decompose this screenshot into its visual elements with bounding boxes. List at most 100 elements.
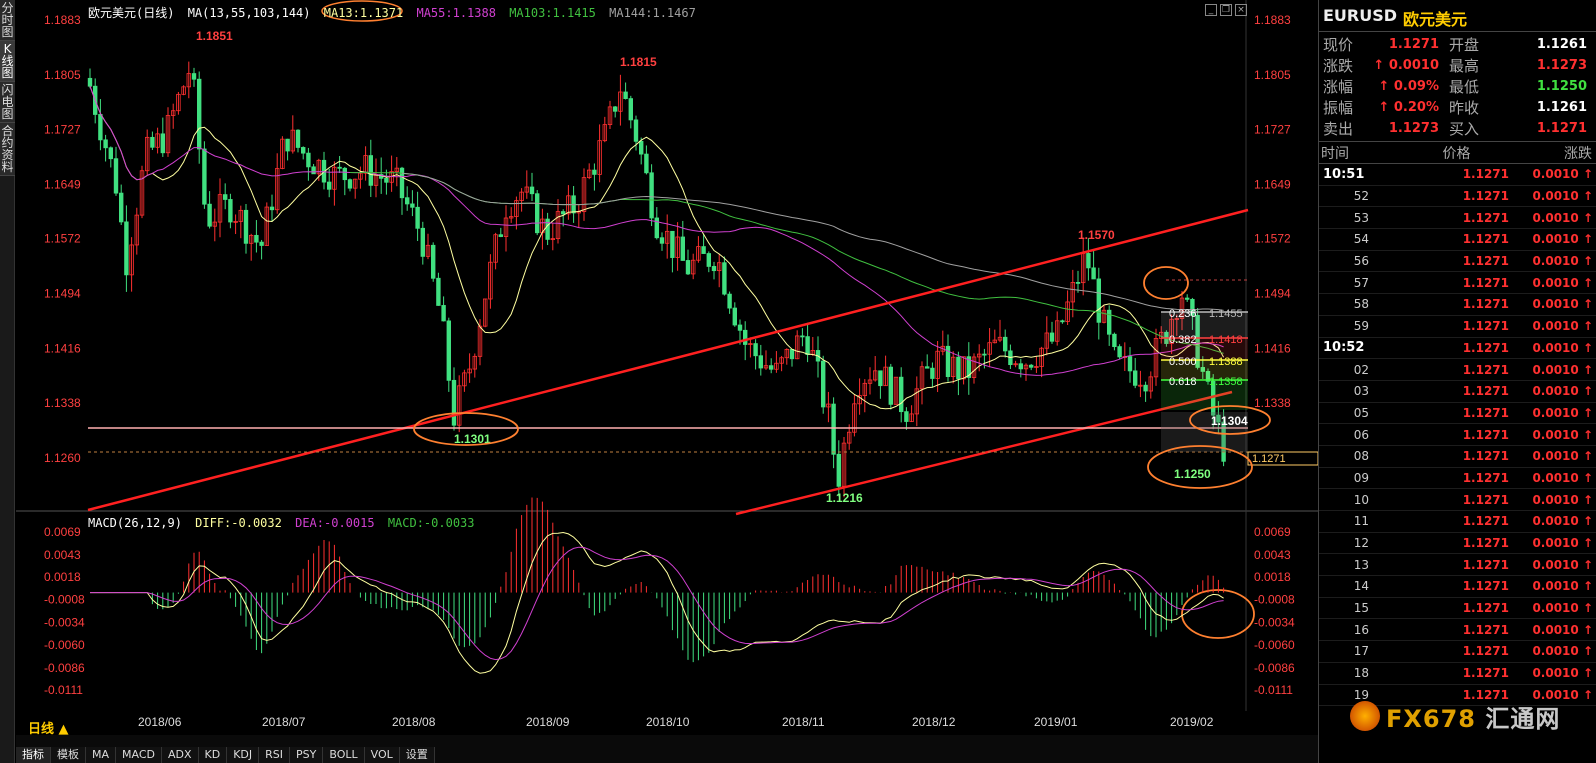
candle-body	[285, 138, 290, 152]
bottom-tab[interactable]: MA	[86, 747, 117, 763]
restore-icon[interactable]: ❐	[1220, 4, 1232, 16]
price-annotation: 1.1851	[196, 29, 233, 43]
tick-row[interactable]: 12 1.1271 0.0010 ↑	[1319, 533, 1596, 555]
tick-row[interactable]: 02 1.1271 0.0010 ↑	[1319, 359, 1596, 381]
tick-row[interactable]: 59 1.1271 0.0010 ↑	[1319, 316, 1596, 338]
macd-tick-right: -0.0111	[1254, 683, 1293, 697]
bottom-tab[interactable]: ADX	[162, 747, 199, 763]
quote-name: 欧元美元	[1403, 10, 1468, 29]
price-tick-right: 1.1883	[1254, 13, 1291, 27]
candle-body	[956, 356, 961, 380]
candle-body	[1112, 333, 1117, 348]
tick-row[interactable]: 11 1.1271 0.0010 ↑	[1319, 511, 1596, 533]
tick-row[interactable]: 54 1.1271 0.0010 ↑	[1319, 229, 1596, 251]
tick-row[interactable]: 10:52 1.1271 0.0010 ↑	[1319, 338, 1596, 360]
quote-label: 卖出	[1323, 120, 1354, 138]
candle-body	[722, 262, 727, 295]
tick-time: 16	[1353, 622, 1369, 637]
candle-body	[384, 177, 389, 183]
kline-chart[interactable]: 1.1883 1.1883 1.1805 1.1805 1.1727 1.1727 1.16…	[16, 0, 1318, 740]
candle-body	[925, 366, 930, 369]
fib-price: 1.1418	[1209, 334, 1243, 346]
tick-row[interactable]: 15 1.1271 0.0010 ↑	[1319, 598, 1596, 620]
tick-time: 08	[1353, 449, 1369, 464]
chart-panel[interactable]: 1.1883 1.1883 1.1805 1.1805 1.1727 1.1727 1.16…	[16, 0, 1318, 740]
tick-price: 1.1271	[1462, 232, 1509, 247]
tick-change: 0.0010 ↑	[1532, 405, 1593, 420]
quote-value: ↑ 0.20%	[1378, 100, 1439, 115]
tick-row[interactable]: 09 1.1271 0.0010 ↑	[1319, 468, 1596, 490]
candle-body	[202, 148, 207, 205]
tick-price: 1.1271	[1462, 254, 1509, 269]
tick-row[interactable]: 56 1.1271 0.0010 ↑	[1319, 251, 1596, 273]
tick-price: 1.1271	[1462, 210, 1509, 225]
tick-row[interactable]: 52 1.1271 0.0010 ↑	[1319, 186, 1596, 208]
bottom-tab[interactable]: VOL	[364, 747, 400, 763]
bottom-tab[interactable]: KDJ	[227, 747, 260, 763]
bottom-tab[interactable]: MACD	[116, 747, 162, 763]
candle-body	[451, 379, 457, 426]
candle-body	[1060, 320, 1065, 323]
date-tick: 2018/10	[646, 715, 690, 729]
bottom-tab[interactable]: 模板	[51, 747, 86, 763]
tick-time: 10:51	[1323, 166, 1365, 182]
candle-body	[743, 329, 748, 345]
bottom-tab[interactable]: PSY	[290, 747, 324, 763]
macd-tick-right: -0.0008	[1254, 593, 1295, 607]
tick-row[interactable]: 16 1.1271 0.0010 ↑	[1319, 619, 1596, 642]
macd-tick-left: -0.0060	[44, 638, 85, 652]
tick-change: 0.0010 ↑	[1532, 579, 1593, 594]
price-tick-right: 1.1338	[1254, 396, 1291, 410]
candle-body	[904, 411, 909, 422]
tab-contract-info[interactable]: 合约资料	[0, 123, 15, 176]
tick-row[interactable]: 03 1.1271 0.0010 ↑	[1319, 381, 1596, 403]
close-icon[interactable]: ×	[1235, 4, 1247, 16]
tick-change: 0.0010 ↑	[1532, 340, 1593, 355]
tick-change: 0.0010 ↑	[1532, 622, 1593, 637]
legend-ma-spec: MA(13,55,103,144)	[187, 6, 311, 20]
bottom-tab[interactable]: KD	[198, 747, 228, 763]
candle-body	[644, 153, 649, 174]
tick-row[interactable]: 05 1.1271 0.0010 ↑	[1319, 403, 1596, 425]
macd-tick-right: -0.0086	[1254, 661, 1295, 675]
tab-flash[interactable]: 闪电图	[0, 82, 15, 123]
bottom-tab[interactable]: RSI	[259, 747, 291, 763]
bottom-tab[interactable]: 设置	[399, 747, 435, 763]
tick-price: 1.1271	[1462, 405, 1509, 420]
macd-tick-left: 0.0018	[44, 570, 81, 584]
tick-time: 09	[1353, 470, 1369, 485]
tick-row[interactable]: 17 1.1271 0.0010 ↑	[1319, 641, 1596, 663]
tick-time: 17	[1353, 644, 1369, 659]
tab-kline[interactable]: K线图	[0, 41, 15, 82]
tick-row[interactable]: 06 1.1271 0.0010 ↑	[1319, 424, 1596, 446]
tick-row[interactable]: 13 1.1271 0.0010 ↑	[1319, 554, 1596, 577]
tick-price: 1.1271	[1462, 557, 1509, 572]
price-annotation: 1.1216	[826, 491, 863, 505]
legend-ma55: MA55:1.1388	[416, 6, 496, 20]
tick-row[interactable]: 10:51 1.1271 0.0010 ↑	[1319, 164, 1596, 186]
bottom-tab[interactable]: BOLL	[323, 747, 365, 763]
candle-body	[436, 277, 441, 306]
tick-row[interactable]: 18 1.1271 0.0010 ↑	[1319, 663, 1596, 685]
tick-row[interactable]: 08 1.1271 0.0010 ↑	[1319, 446, 1596, 468]
macd-tick-right: 0.0069	[1254, 525, 1291, 539]
bottom-tab[interactable]: 指标	[16, 747, 51, 763]
tick-price: 1.1271	[1462, 470, 1509, 485]
tick-time: 15	[1353, 601, 1369, 616]
tab-intraday[interactable]: 分时图	[0, 0, 15, 41]
tick-row[interactable]: 53 1.1271 0.0010 ↑	[1319, 207, 1596, 230]
date-tick: 2018/08	[392, 715, 436, 729]
candle-body	[254, 234, 259, 243]
tick-list[interactable]: 10:51 1.1271 0.0010 ↑ 52 1.1271 0.0010 ↑ 53 1.1…	[1319, 164, 1596, 707]
minimize-icon[interactable]: _	[1205, 4, 1217, 16]
macd-spec: MACD(26,12,9)	[88, 516, 182, 530]
price-annotation: 1.1570	[1078, 228, 1115, 242]
tick-price: 1.1271	[1462, 601, 1509, 616]
tick-row[interactable]: 10 1.1271 0.0010 ↑	[1319, 489, 1596, 511]
tick-time: 10:52	[1323, 340, 1365, 356]
tick-row[interactable]: 58 1.1271 0.0010 ↑	[1319, 294, 1596, 316]
tick-row[interactable]: 57 1.1271 0.0010 ↑	[1319, 272, 1596, 295]
tick-price: 1.1271	[1462, 666, 1509, 681]
tick-row[interactable]: 14 1.1271 0.0010 ↑	[1319, 576, 1596, 598]
date-tick: 2018/09	[526, 715, 570, 729]
